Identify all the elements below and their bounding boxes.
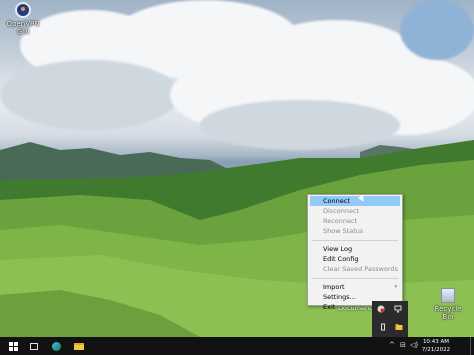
openvpn-context-menu: Connect Disconnect Reconnect Show Status… xyxy=(307,194,403,311)
tray-overflow-flyout xyxy=(372,301,408,337)
menu-item-connect[interactable]: Connect xyxy=(310,196,400,206)
usb-tray-icon[interactable] xyxy=(379,323,387,331)
menu-item-import[interactable]: Import › xyxy=(310,282,400,292)
menu-item-show-status: Show Status xyxy=(323,227,364,235)
menu-item-label: Import xyxy=(323,283,345,291)
recycle-bin-icon xyxy=(441,288,455,303)
task-view-icon[interactable] xyxy=(24,337,44,355)
openvpn-gui-desktop-icon[interactable]: OpenVPN GUI xyxy=(2,2,44,36)
openvpn-icon xyxy=(15,2,31,18)
file-explorer-icon[interactable] xyxy=(69,337,89,355)
system-clock[interactable]: 10:43 AM 7/21/2022 xyxy=(421,338,451,354)
menu-item-clear-saved-passwords: Clear Saved Passwords xyxy=(323,265,398,273)
recycle-bin-desktop-icon[interactable]: Recycle Bin xyxy=(428,288,468,321)
clock-time: 10:43 AM xyxy=(422,339,450,345)
edge-icon[interactable] xyxy=(46,337,66,355)
menu-item-disconnect: Disconnect xyxy=(323,207,360,215)
network-icon[interactable]: ⊟ xyxy=(400,341,406,350)
folder-tray-icon[interactable] xyxy=(395,323,403,331)
taskbar: ^ ⊟ ◁) 10:43 AM 7/21/2022 xyxy=(0,337,474,355)
desktop-icon-label: Recycle Bin xyxy=(434,305,462,321)
tray-overflow-chevron-icon[interactable]: ^ xyxy=(389,341,395,350)
network-tray-icon[interactable] xyxy=(394,305,402,313)
show-desktop-button[interactable] xyxy=(470,337,474,355)
windows-start-icon[interactable] xyxy=(3,337,23,355)
menu-item-view-log[interactable]: View Log xyxy=(310,244,400,254)
openvpn-tray-icon[interactable] xyxy=(377,305,385,313)
menu-separator xyxy=(312,278,398,279)
menu-item-edit-config[interactable]: Edit Config xyxy=(310,254,400,264)
clock-date: 7/21/2022 xyxy=(421,347,451,353)
desktop-icon-label: OpenVPN GUI xyxy=(6,20,40,36)
menu-item-reconnect: Reconnect xyxy=(323,217,358,225)
menu-separator xyxy=(312,240,398,241)
submenu-arrow-icon: › xyxy=(394,283,397,290)
volume-icon[interactable]: ◁) xyxy=(410,341,418,350)
